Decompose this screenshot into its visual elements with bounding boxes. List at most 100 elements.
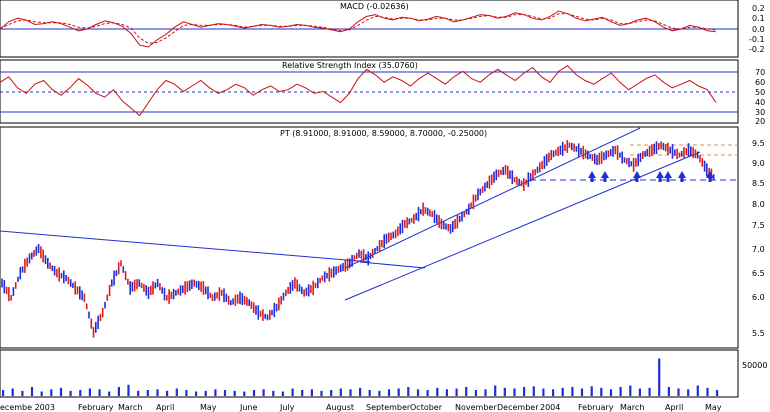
x-label: May xyxy=(705,403,722,412)
volume-bar xyxy=(513,388,516,396)
volume-bar xyxy=(706,387,709,397)
up-arrow-stem xyxy=(635,178,639,182)
volume-bar xyxy=(378,390,381,397)
macd-tick: -0.1 xyxy=(749,35,765,44)
price-title: PT (8.91000, 8.91000, 8.59000, 8.70000, … xyxy=(280,129,487,138)
up-arrow-icon xyxy=(678,171,686,178)
volume-bar xyxy=(320,390,323,397)
volume-bar xyxy=(59,387,63,397)
up-arrow-icon xyxy=(601,171,609,178)
volume-bar xyxy=(677,388,680,396)
volume-bar xyxy=(465,387,468,396)
up-arrow-icon xyxy=(633,171,641,178)
x-label: August xyxy=(326,403,354,412)
x-label: April xyxy=(156,403,174,412)
volume-bar xyxy=(571,387,574,396)
up-arrow-icon xyxy=(588,171,596,178)
volume-bar xyxy=(339,388,342,396)
price-tick: 9.5 xyxy=(752,139,765,148)
x-label: September xyxy=(366,403,411,412)
volume-frame xyxy=(0,349,739,398)
channel-mid-line xyxy=(359,261,426,269)
rsi-tick: 50 xyxy=(755,88,765,97)
volume-bar xyxy=(445,389,448,397)
x-label: October xyxy=(410,403,443,412)
volume-bar xyxy=(137,390,140,397)
price-tick: 7.5 xyxy=(752,221,765,230)
volume-panel: 50000 xyxy=(0,349,767,398)
up-arrow-stem xyxy=(658,178,662,182)
macd-tick: 0.0 xyxy=(752,25,765,34)
rsi-tick: 40 xyxy=(755,98,765,107)
volume-bar xyxy=(397,388,400,396)
macd-tick: 0.2 xyxy=(752,4,765,13)
price-bars xyxy=(1,140,715,338)
volume-bar xyxy=(696,385,699,396)
volume-bar xyxy=(88,388,91,396)
volume-bar xyxy=(156,389,159,397)
rsi-panel: Relative Strength Index (35.0760) 70 60 … xyxy=(0,59,765,126)
rsi-series xyxy=(0,65,717,117)
volume-bar xyxy=(330,390,333,396)
price-panel: PT (8.91000, 8.91000, 8.59000, 8.70000, … xyxy=(0,126,765,349)
volume-bar xyxy=(272,390,275,397)
rsi-line xyxy=(0,65,717,117)
volume-bar xyxy=(214,389,217,397)
volume-bar xyxy=(166,390,169,397)
volume-bar xyxy=(638,388,641,396)
up-arrow-stem xyxy=(680,178,684,182)
volume-bar xyxy=(79,390,82,396)
volume-bar xyxy=(21,390,24,397)
volume-bar xyxy=(349,389,352,397)
x-label: 2004 xyxy=(540,403,560,412)
volume-bar xyxy=(195,391,198,396)
volume-bar xyxy=(484,389,487,397)
volume-bars xyxy=(2,358,719,397)
volume-bar xyxy=(542,388,545,396)
volume-bar xyxy=(716,390,719,396)
volume-bar xyxy=(252,390,256,396)
volume-bar xyxy=(281,391,284,396)
volume-bar xyxy=(416,389,420,397)
volume-bar xyxy=(243,391,246,396)
up-arrow-stem xyxy=(666,178,670,182)
channel-upper-line xyxy=(344,127,641,269)
volume-bar xyxy=(619,387,622,396)
x-label: July xyxy=(279,403,295,412)
volume-bar xyxy=(2,390,5,396)
volume-bar xyxy=(590,386,593,397)
x-label: February xyxy=(78,403,114,412)
volume-bar xyxy=(175,388,178,396)
up-arrow-stem xyxy=(603,178,607,182)
rsi-tick: 60 xyxy=(755,78,765,87)
volume-bar xyxy=(223,390,227,396)
channel-lower-line xyxy=(344,151,701,301)
volume-bar xyxy=(503,387,506,397)
volume-bar xyxy=(648,387,651,397)
price-tick: 5.5 xyxy=(752,329,765,338)
price-tick: 8.5 xyxy=(752,179,765,188)
volume-bar xyxy=(532,386,535,397)
chart-svg: MACD (-0.02636) 0.2 0.1 0.0 -0.1 -0.2 Re… xyxy=(0,0,767,412)
volume-bar xyxy=(658,358,661,396)
volume-bar xyxy=(233,390,236,397)
resistance-trendline xyxy=(0,230,371,263)
price-tick: 8.0 xyxy=(752,200,765,209)
trend-lines xyxy=(0,127,738,301)
volume-bar xyxy=(436,387,439,397)
volume-bar xyxy=(474,390,477,396)
volume-bar xyxy=(40,391,43,396)
x-label: May xyxy=(200,403,217,412)
volume-bar xyxy=(30,387,34,396)
volume-bar xyxy=(359,387,362,397)
volume-bar xyxy=(291,388,294,396)
volume-bar xyxy=(600,387,603,397)
volume-bar xyxy=(301,390,304,396)
volume-bar xyxy=(11,388,14,396)
volume-bar xyxy=(407,387,410,396)
up-arrow-stem xyxy=(590,178,594,182)
rsi-tick: 70 xyxy=(755,68,765,77)
volume-bar xyxy=(204,390,207,397)
up-arrow-stem xyxy=(708,178,712,182)
volume-bar xyxy=(185,390,188,396)
